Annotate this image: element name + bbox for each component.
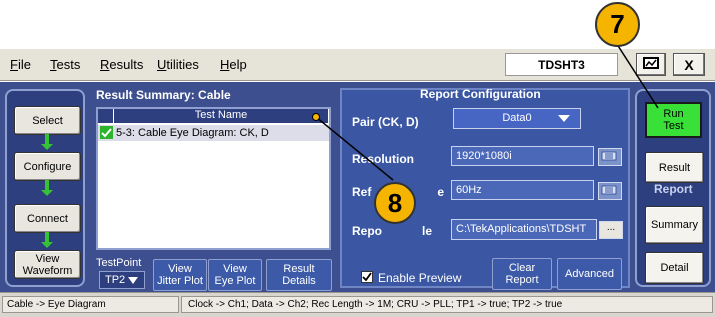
select-column-header [98,109,113,123]
keypad-icon [601,185,617,195]
resolution-field[interactable]: 1920*1080i [451,146,594,166]
menu-utilities[interactable]: Utilities [157,57,199,72]
row-checkbox[interactable] [100,126,113,139]
result-details-button[interactable]: Result Details [266,259,332,291]
resolution-keypad-button[interactable] [598,148,622,166]
summary-button[interactable]: Summary [645,206,704,244]
chevron-down-icon [558,115,570,122]
run-test-button[interactable]: Run Test [645,102,702,138]
report-group-label: Report [654,182,693,196]
resolution-label: Resolution [352,152,414,166]
enable-preview-label: Enable Preview [378,271,462,285]
callout-8: 8 [374,182,416,224]
report-file-label: Repo le [352,224,433,238]
pair-select[interactable]: Data0 [453,108,581,129]
chevron-down-icon [128,277,138,284]
callout-7: 7 [595,2,640,47]
arrow-down-icon [41,180,53,196]
result-summary-title: Result Summary: Cable [96,88,231,102]
menu-tests[interactable]: Tests [50,57,80,72]
report-configuration-title: Report Configuration [420,87,541,101]
clear-report-button[interactable]: Clear Report [492,258,552,290]
menu-help[interactable]: Help [220,57,247,72]
configure-button[interactable]: Configure [14,152,81,181]
result-button[interactable]: Result [645,152,704,183]
view-waveform-button[interactable]: View Waveform [14,250,81,279]
browse-button[interactable]: ... [599,221,623,239]
keypad-icon [601,151,617,161]
select-button[interactable]: Select [14,106,81,135]
arrow-down-icon [41,134,53,150]
window-mode-icon [643,57,659,69]
view-jitter-plot-button[interactable]: View Jitter Plot [153,259,207,291]
check-icon [362,272,372,282]
enable-preview-checkbox[interactable] [361,271,373,283]
refresh-rate-keypad-button[interactable] [598,182,622,200]
check-icon [101,128,112,138]
detail-button[interactable]: Detail [645,252,704,284]
app-title: TDSHT3 [505,53,618,76]
advanced-button[interactable]: Advanced [557,258,622,290]
test-name-cell: 5-3: Cable Eye Diagram: CK, D [116,127,269,139]
testpoint-label: TestPoint [96,257,142,269]
arrow-down-icon [41,232,53,248]
view-eye-plot-button[interactable]: View Eye Plot [208,259,262,291]
pair-label: Pair (CK, D) [352,115,419,129]
close-button[interactable]: X [673,53,705,76]
window-mode-button[interactable] [636,53,666,76]
refresh-rate-field[interactable]: 60Hz [451,180,594,200]
menu-results[interactable]: Results [100,57,143,72]
testpoint-select[interactable]: TP2 [99,271,145,289]
menu-file[interactable]: File [10,57,31,72]
column-header-test-name: Test Name [114,109,328,123]
report-file-field[interactable]: C:\TekApplications\TDSHT [451,219,597,240]
status-configuration: Clock -> Ch1; Data -> Ch2; Rec Length ->… [181,296,713,313]
connect-button[interactable]: Connect [14,204,81,233]
status-test-path: Cable -> Eye Diagram [2,296,179,313]
